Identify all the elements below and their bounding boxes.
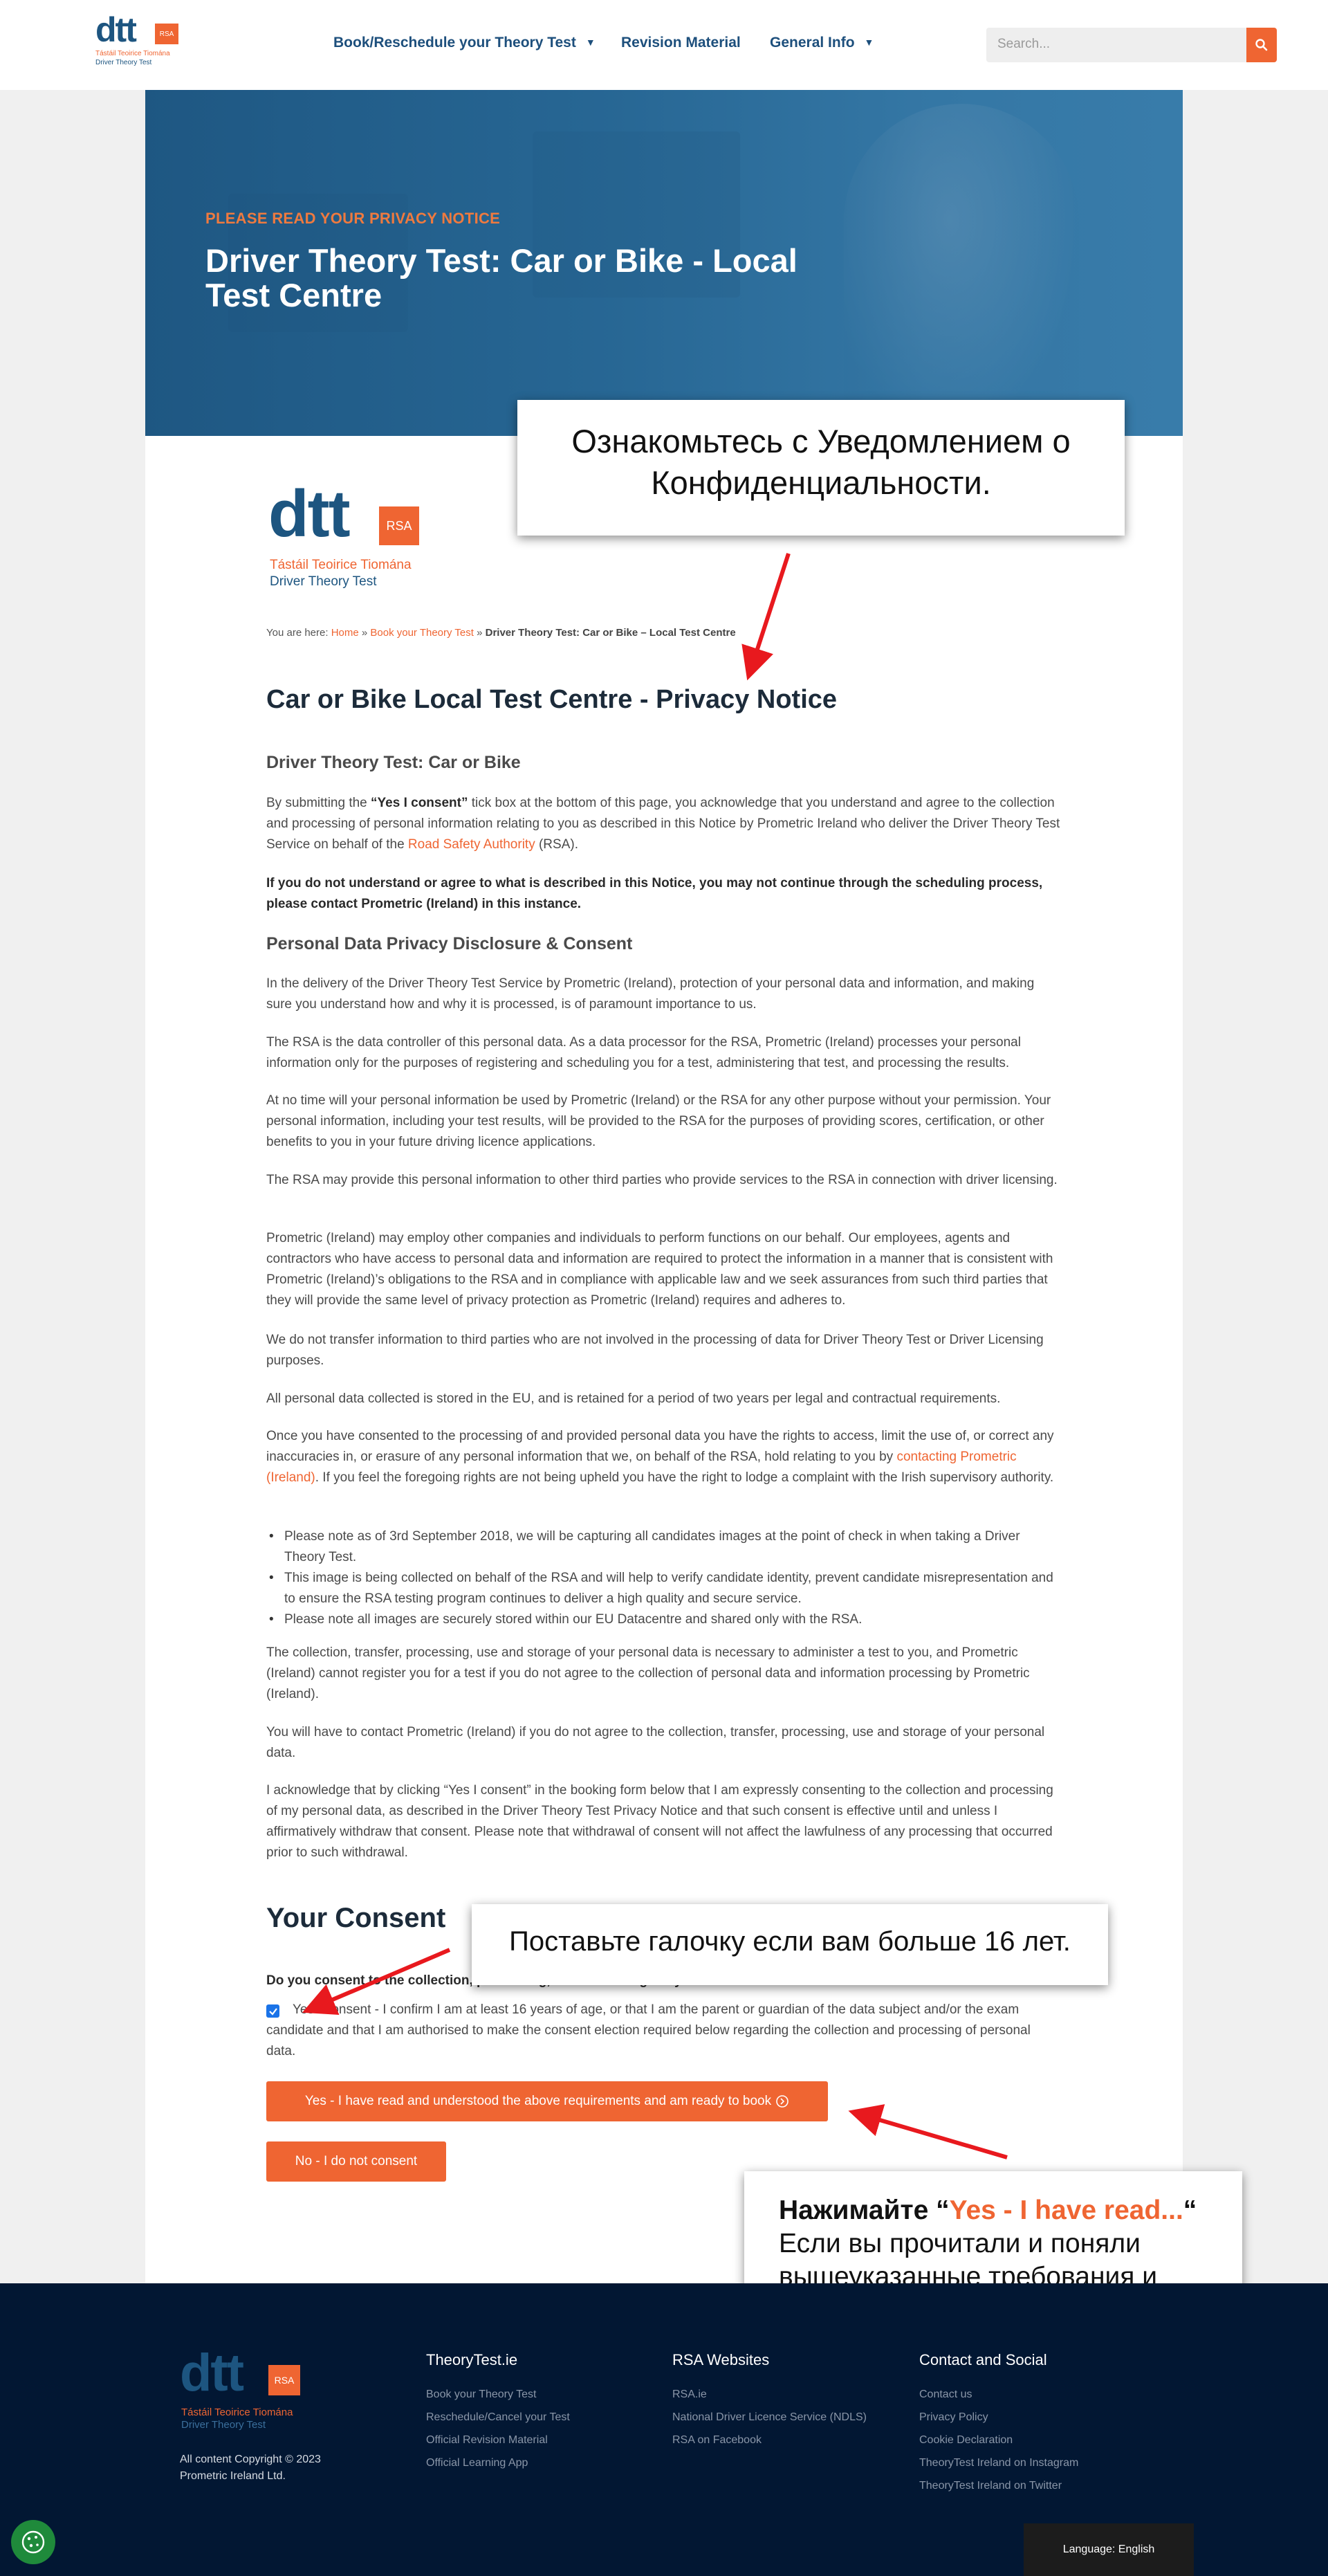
logo-rsa-badge: RSA (268, 2365, 300, 2395)
copyright: All content Copyright © 2023 Prometric I… (180, 2451, 321, 2485)
footer-col-title: TheoryTest.ie (426, 2351, 518, 2368)
consent-yes-label: Yes - I have read and understood the abo… (304, 2094, 772, 2108)
header-logo[interactable]: dtt RSA Tástáil Teoirice Tiomána Driver … (95, 10, 185, 71)
warning-text: If you do not understand or agree to wha… (266, 876, 1043, 911)
logo-irish-text: Tástáil Teoirice Tiomána (181, 2406, 293, 2418)
footer-col-title: Contact and Social (919, 2351, 1047, 2368)
cookie-settings-button[interactable] (11, 2520, 55, 2564)
footer-col-contact: Contact and Social Contact us Privacy Po… (919, 2351, 1078, 2503)
consent-title: Your Consent (266, 1903, 446, 1933)
chevron-down-icon: ▼ (864, 37, 874, 48)
logo-mark: dtt (95, 10, 137, 49)
breadcrumb-separator: » (473, 627, 486, 639)
nav-book-reschedule-label: Book/Reschedule your Theory Test (333, 35, 576, 51)
rsa-link[interactable]: Road Safety Authority (408, 837, 535, 852)
footer-col-title: RSA Websites (672, 2351, 770, 2368)
footer-link[interactable]: Privacy Policy (919, 2411, 1078, 2424)
consent-yes-button[interactable]: Yes - I have read and understood the abo… (266, 2081, 828, 2121)
list-item: This image is being collected on behalf … (266, 1568, 1062, 1609)
footer-link[interactable]: Reschedule/Cancel your Test (426, 2411, 570, 2424)
warning-paragraph: If you do not understand or agree to wha… (266, 873, 1062, 915)
consent-no-button[interactable]: No - I do not consent (266, 2141, 446, 2182)
footer-link[interactable]: Official Revision Material (426, 2434, 570, 2447)
search-input[interactable]: Search... (986, 28, 1246, 62)
privacy-paragraph: The RSA is the data controller of this p… (266, 1035, 1021, 1070)
footer-link[interactable]: RSA.ie (672, 2388, 867, 2401)
footer-link[interactable]: TheoryTest Ireland on Instagram (919, 2457, 1078, 2469)
section-title: Personal Data Privacy Disclosure & Conse… (266, 934, 633, 953)
breadcrumb-book-link[interactable]: Book your Theory Test (370, 627, 474, 639)
copyright-line: All content Copyright © 2023 (180, 2454, 321, 2465)
annotation-text: “ (1183, 2195, 1197, 2225)
logo-english-text: Driver Theory Test (270, 574, 377, 589)
footer-link[interactable]: National Driver Licence Service (NDLS) (672, 2411, 867, 2424)
nav-general-info-label: General Info (770, 35, 855, 51)
footer-link[interactable]: TheoryTest Ireland on Twitter (919, 2480, 1078, 2492)
page-subtitle: Driver Theory Test: Car or Bike (266, 753, 521, 772)
footer-link[interactable]: Official Learning App (426, 2457, 570, 2469)
hero-title: Driver Theory Test: Car or Bike - Local … (205, 242, 797, 313)
logo-rsa-badge: RSA (155, 24, 178, 44)
intro-consent-quote: “Yes I consent” (371, 796, 468, 810)
logo-mark: dtt (268, 477, 351, 551)
hero-kicker: PLEASE READ YOUR PRIVACY NOTICE (205, 210, 501, 227)
breadcrumb-separator: » (358, 627, 371, 639)
rights-paragraph: Once you have consented to the processin… (266, 1426, 1062, 1488)
page-title: Car or Bike Local Test Centre - Privacy … (266, 685, 838, 714)
language-selector[interactable]: Language: English (1024, 2523, 1194, 2576)
breadcrumb: You are here: Home » Book your Theory Te… (266, 627, 736, 639)
rights-text: . If you feel the foregoing rights are n… (315, 1470, 1054, 1485)
nav-revision-material-label: Revision Material (621, 35, 741, 51)
checkmark-icon (268, 2007, 277, 2016)
footer-link[interactable]: RSA on Facebook (672, 2434, 867, 2447)
nav-book-reschedule[interactable]: Book/Reschedule your Theory Test ▼ (333, 35, 596, 51)
annotation-read-notice: Ознакомьтесь с Уведомлением о Конфиденци… (517, 400, 1125, 536)
footer-logo: dtt RSA Tástáil Teoirice Tiomána Driver … (180, 2344, 318, 2431)
arrow-circle-right-icon (776, 2095, 788, 2108)
chevron-down-icon: ▼ (585, 37, 596, 48)
search-button[interactable] (1246, 28, 1277, 62)
consent-checkbox[interactable] (266, 2004, 279, 2018)
cookie-icon (21, 2530, 45, 2554)
acknowledge-paragraph: I acknowledge that by clicking “Yes I co… (266, 1783, 1053, 1860)
footer-col-rsa: RSA Websites RSA.ie National Driver Lice… (672, 2351, 867, 2457)
intro-paragraph: By submitting the “Yes I consent” tick b… (266, 793, 1062, 855)
privacy-paragraph: You will have to contact Prometric (Irel… (266, 1725, 1045, 1760)
annotation-highlight: Yes - I have read... (949, 2195, 1183, 2225)
annotation-tick-box: Поставьте галочку если вам больше 16 лет… (472, 1904, 1108, 1985)
footer-link[interactable]: Cookie Declaration (919, 2434, 1078, 2447)
logo-english-text: Driver Theory Test (181, 2419, 266, 2431)
copyright-line: Prometric Ireland Ltd. (180, 2470, 286, 2482)
intro-text: By submitting the (266, 796, 371, 810)
privacy-paragraph: The collection, transfer, processing, us… (266, 1645, 1030, 1701)
privacy-paragraph: In the delivery of the Driver Theory Tes… (266, 976, 1035, 1012)
breadcrumb-current: Driver Theory Test: Car or Bike – Local … (485, 627, 736, 639)
footer-col-theorytest: TheoryTest.ie Book your Theory Test Resc… (426, 2351, 570, 2480)
nav-revision-material[interactable]: Revision Material (621, 35, 741, 51)
footer-link[interactable]: Book your Theory Test (426, 2388, 570, 2401)
privacy-paragraph: All personal data collected is stored in… (266, 1391, 1001, 1406)
content-logo: dtt RSA Tástáil Teoirice Tiomána Driver … (268, 477, 427, 592)
privacy-paragraph: We do not transfer information to third … (266, 1333, 1044, 1368)
consent-label: Yes I consent - I confirm I am at least … (266, 2002, 1031, 2058)
image-capture-list: Please note as of 3rd September 2018, we… (266, 1526, 1062, 1630)
logo-irish-text: Tástáil Teoirice Tiomána (95, 50, 170, 57)
breadcrumb-prefix: You are here: (266, 627, 331, 639)
intro-text: (RSA). (535, 837, 578, 852)
annotation-text: Нажимайте “ (779, 2195, 950, 2225)
breadcrumb-home-link[interactable]: Home (331, 627, 359, 639)
privacy-paragraph: Prometric (Ireland) may employ other com… (266, 1231, 1053, 1308)
logo-rsa-badge: RSA (379, 506, 419, 545)
list-item: Please note all images are securely stor… (266, 1609, 1062, 1630)
footer-link[interactable]: Contact us (919, 2388, 1078, 2401)
privacy-paragraph: At no time will your personal informatio… (266, 1093, 1051, 1149)
logo-mark: dtt (180, 2344, 244, 2402)
list-item: Please note as of 3rd September 2018, we… (266, 1526, 1062, 1568)
logo-irish-text: Tástáil Teoirice Tiomána (270, 558, 412, 572)
logo-english-text: Driver Theory Test (95, 59, 152, 66)
search-icon (1255, 39, 1268, 51)
privacy-paragraph: The RSA may provide this personal inform… (266, 1173, 1058, 1187)
nav-general-info[interactable]: General Info ▼ (770, 35, 874, 51)
site-header: dtt RSA Tástáil Teoirice Tiomána Driver … (0, 0, 1328, 90)
